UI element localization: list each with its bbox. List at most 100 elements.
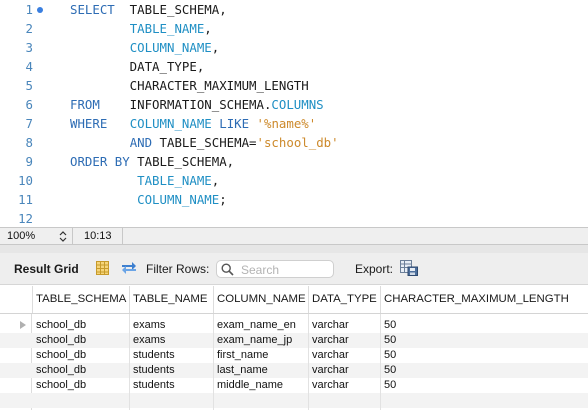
table-cell[interactable]: first_name — [215, 348, 308, 363]
table-cell[interactable]: school_db — [34, 378, 129, 393]
table-cell[interactable]: students — [131, 378, 213, 393]
header-divider — [0, 313, 588, 314]
code-text[interactable]: WHERE COLUMN_NAME LIKE '%name%' — [70, 114, 316, 133]
column-divider[interactable] — [380, 286, 381, 313]
column-header[interactable]: CHARACTER_MAXIMUM_LENGTH — [380, 286, 588, 313]
column-header[interactable]: DATA_TYPE — [308, 286, 380, 313]
table-cell[interactable]: exam_name_jp — [215, 333, 308, 348]
column-divider[interactable] — [32, 286, 33, 313]
table-cell[interactable]: varchar — [310, 318, 380, 333]
table-cell[interactable]: 50 — [382, 318, 588, 333]
code-line[interactable]: 5 CHARACTER_MAXIMUM_LENGTH — [0, 76, 588, 95]
table-cell[interactable]: students — [131, 363, 213, 378]
filter-search-box[interactable] — [216, 260, 334, 278]
table-row[interactable]: school_db students last_name varchar 50 — [0, 363, 588, 378]
table-row[interactable]: school_db exams exam_name_en varchar 50 — [0, 318, 588, 333]
code-text[interactable]: CHARACTER_MAXIMUM_LENGTH — [70, 76, 309, 95]
cursor-position: 10:13 — [84, 230, 112, 242]
sql-string: '%name%' — [256, 116, 317, 131]
code-line[interactable]: 11 COLUMN_NAME; — [0, 190, 588, 209]
table-cell[interactable]: varchar — [310, 333, 380, 348]
column-divider[interactable] — [213, 286, 214, 313]
line-number: 3 — [25, 40, 33, 55]
table-row[interactable] — [0, 393, 588, 408]
column-header[interactable]: TABLE_SCHEMA — [32, 286, 129, 313]
table-row[interactable]: school_db exams exam_name_jp varchar 50 — [0, 333, 588, 348]
table-cell[interactable]: 50 — [382, 378, 588, 393]
table-cell[interactable]: school_db — [34, 318, 129, 333]
table-row[interactable]: school_db students middle_name varchar 50 — [0, 378, 588, 393]
column-divider[interactable] — [129, 286, 130, 313]
code-line[interactable]: 8 AND TABLE_SCHEMA='school_db' — [0, 133, 588, 152]
table-cell[interactable]: school_db — [34, 348, 129, 363]
code-text[interactable]: AND TABLE_SCHEMA='school_db' — [70, 133, 339, 152]
sql-text: CHARACTER_MAXIMUM_LENGTH — [70, 78, 309, 93]
sql-editor[interactable]: 1 SELECT TABLE_SCHEMA, 2 TABLE_NAME, 3 COLU… — [0, 0, 588, 227]
line-number: 12 — [18, 211, 33, 226]
column-header[interactable]: TABLE_NAME — [129, 286, 213, 313]
column-header[interactable]: COLUMN_NAME — [213, 286, 308, 313]
column-gridline — [308, 314, 309, 410]
current-statement-dot-icon — [37, 7, 43, 13]
code-line[interactable]: 1 SELECT TABLE_SCHEMA, — [0, 0, 588, 19]
column-gridline — [129, 314, 130, 410]
code-text[interactable]: TABLE_NAME, — [70, 171, 219, 190]
result-grid-title[interactable]: Result Grid — [14, 262, 79, 276]
table-cell[interactable]: exam_name_en — [215, 318, 308, 333]
status-divider — [72, 228, 73, 244]
result-grid[interactable]: TABLE_SCHEMA TABLE_NAME COLUMN_NAME DATA_TY… — [0, 286, 588, 410]
export-label: Export: — [355, 262, 394, 276]
filter-rows-label: Filter Rows: — [146, 262, 210, 276]
sql-identifier: COLUMN_NAME — [129, 40, 212, 55]
code-line[interactable]: 6 FROM INFORMATION_SCHEMA.COLUMNS — [0, 95, 588, 114]
table-cell[interactable]: last_name — [215, 363, 308, 378]
code-line[interactable]: 2 TABLE_NAME, — [0, 19, 588, 38]
code-text[interactable]: TABLE_NAME, — [70, 19, 212, 38]
zoom-stepper-icon[interactable] — [58, 231, 68, 242]
code-line[interactable]: 4 DATA_TYPE, — [0, 57, 588, 76]
table-cell[interactable]: 50 — [382, 348, 588, 363]
status-divider — [122, 228, 123, 244]
table-cell[interactable]: 50 — [382, 333, 588, 348]
table-cell[interactable]: varchar — [310, 378, 380, 393]
code-line[interactable]: 9 ORDER BY TABLE_SCHEMA, — [0, 152, 588, 171]
code-line[interactable]: 10 TABLE_NAME, — [0, 171, 588, 190]
zoom-level[interactable]: 100% — [7, 228, 35, 244]
code-line[interactable]: 12 — [0, 209, 588, 228]
code-text[interactable]: DATA_TYPE, — [70, 57, 205, 76]
table-cell[interactable]: exams — [131, 333, 213, 348]
table-cell[interactable]: school_db — [34, 333, 129, 348]
panel-splitter[interactable] — [0, 245, 588, 253]
code-text[interactable]: COLUMN_NAME; — [70, 190, 227, 209]
table-cell[interactable]: students — [131, 348, 213, 363]
refresh-icon[interactable] — [121, 261, 137, 275]
table-cell[interactable]: exams — [131, 318, 213, 333]
sql-identifier: COLUMN_NAME — [137, 192, 220, 207]
code-text[interactable]: COLUMN_NAME, — [70, 38, 220, 57]
line-number: 10 — [18, 173, 33, 188]
code-text[interactable]: ORDER BY TABLE_SCHEMA, — [70, 152, 234, 171]
code-text[interactable]: SELECT TABLE_SCHEMA, — [70, 0, 227, 19]
line-number: 2 — [25, 21, 33, 36]
table-cell[interactable]: 50 — [382, 363, 588, 378]
sql-keyword: LIKE — [219, 116, 250, 131]
sql-keyword: SELECT — [70, 2, 115, 17]
table-row[interactable]: school_db students first_name varchar 50 — [0, 348, 588, 363]
result-grid-icon[interactable] — [96, 261, 109, 275]
column-divider[interactable] — [308, 286, 309, 313]
table-cell[interactable]: varchar — [310, 348, 380, 363]
column-gridline — [380, 314, 381, 410]
code-line[interactable]: 3 COLUMN_NAME, — [0, 38, 588, 57]
table-cell[interactable]: varchar — [310, 363, 380, 378]
table-cell[interactable]: middle_name — [215, 378, 308, 393]
line-number: 5 — [25, 78, 33, 93]
sql-keyword: WHERE — [70, 116, 108, 131]
code-text[interactable]: FROM INFORMATION_SCHEMA.COLUMNS — [70, 95, 324, 114]
filter-search-input[interactable] — [241, 262, 329, 277]
table-cell[interactable]: school_db — [34, 363, 129, 378]
export-icon[interactable] — [400, 260, 418, 276]
code-line[interactable]: 7 WHERE COLUMN_NAME LIKE '%name%' — [0, 114, 588, 133]
